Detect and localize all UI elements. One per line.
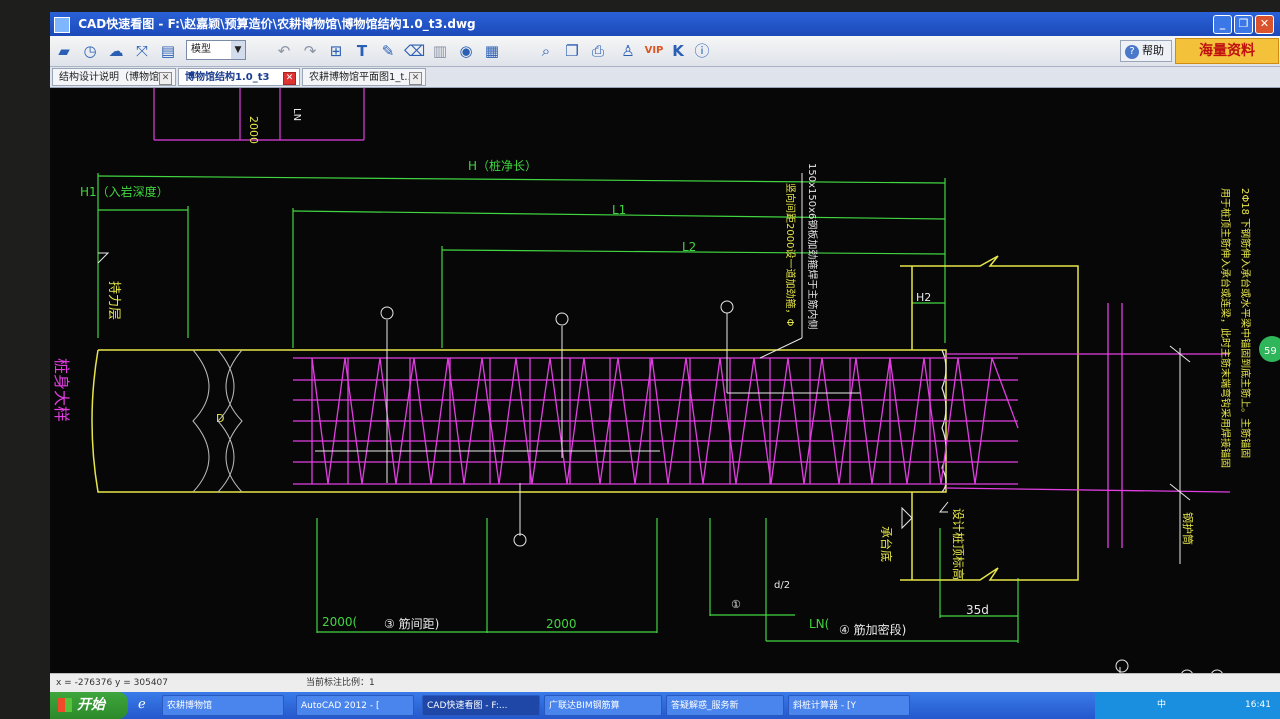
note-right-b: 用于桩顶主筋伸入承台或连梁，此时主筋末端弯钩采用焊接锚固 <box>1219 188 1232 468</box>
tab-structure-notes[interactable]: 结构设计说明（博物馆… ✕ <box>52 68 176 86</box>
chevron-down-icon: ▼ <box>231 41 245 59</box>
note-center-a: 150x150x6钢板加劲箍焊于主筋内侧 <box>806 163 819 329</box>
layout-select-value: 模型 <box>191 44 211 55</box>
print-icon[interactable]: ⎙ <box>588 41 608 61</box>
annotation-scale: 当前标注比例：1 <box>306 678 375 688</box>
tab-label: 博物馆结构1.0_t3 <box>185 72 270 83</box>
note-center-b: 竖向间距2000设一道加劲箍，Φ <box>784 183 797 326</box>
help-label: 帮助 <box>1142 44 1164 57</box>
visibility-icon[interactable]: ◉ <box>456 41 476 61</box>
note-3: ③ 筋间距) <box>384 616 439 631</box>
compare-icon[interactable]: ❐ <box>562 41 582 61</box>
question-icon: ? <box>1125 45 1139 59</box>
table-value-ln: LN <box>291 108 302 121</box>
note-right-a: 2Φ18 下钢筋伸入承台或水平梁中锚固到底主筋上。主筋锚固 <box>1239 188 1252 458</box>
eraser-icon[interactable]: ⌫ <box>404 41 425 61</box>
history-icon[interactable]: ◷ <box>80 41 100 61</box>
dim-h1-label: H1（入岩深度） <box>80 184 169 199</box>
start-button[interactable]: 开始 <box>50 692 128 719</box>
layers-manager-icon[interactable]: ▦ <box>482 41 502 61</box>
info-icon[interactable]: ⓘ <box>692 41 712 61</box>
dim-2000-right: 2000 <box>546 617 577 631</box>
leader-lines <box>315 173 1191 673</box>
label-frac: d/2 <box>774 580 790 591</box>
close-icon[interactable]: ✕ <box>283 72 296 85</box>
label-anchor: 钢护筒 <box>1181 512 1195 545</box>
dim-h-label: H（桩净长） <box>468 158 537 173</box>
side-badge-text: 59 <box>1264 346 1277 357</box>
dim-35d: 35d <box>966 603 989 617</box>
close-icon[interactable]: ✕ <box>159 72 172 85</box>
dim-l1-label: L1 <box>612 203 626 217</box>
cursor-coords: x = -276376 y = 305407 <box>56 678 168 688</box>
level-markers <box>97 252 949 530</box>
tab-label: 农耕博物馆平面图1_t… <box>309 72 415 83</box>
label-bearing-layer: 持力层 <box>106 281 121 320</box>
label-cap-bottom: 承台底 <box>879 526 894 562</box>
layout-select[interactable]: 模型 ▼ <box>186 40 246 60</box>
dim-h2-label: H2 <box>916 291 931 304</box>
undo-icon[interactable]: ↶ <box>274 41 294 61</box>
k-icon[interactable]: K <box>668 41 688 61</box>
window-title: CAD快速看图 - F:\赵嘉颖\预算造价\农耕博物馆\博物馆结构1.0_t3.… <box>78 17 476 31</box>
rebar-cage <box>293 303 1231 548</box>
text-icon[interactable]: T <box>352 41 372 61</box>
note-4: ④ 筋加密段) <box>839 622 906 637</box>
system-tray: 中 16:41 <box>1095 692 1280 719</box>
label-pile-detail: 桩身大样 <box>52 358 71 422</box>
restore-button[interactable]: ❐ <box>1234 15 1253 34</box>
window-controls: _ ❐ ✕ <box>1213 15 1274 34</box>
delete-icon[interactable]: ▥ <box>430 41 450 61</box>
layer-icon[interactable]: ▤ <box>158 41 178 61</box>
redo-icon[interactable]: ↷ <box>300 41 320 61</box>
measure-icon[interactable]: ⊞ <box>326 41 346 61</box>
windows-logo-icon <box>58 698 72 712</box>
status-bar: x = -276376 y = 305407 当前标注比例：1 <box>50 673 1280 692</box>
pen-icon[interactable]: ✎ <box>378 41 398 61</box>
tab-bar: 结构设计说明（博物馆… ✕ 博物馆结构1.0_t3 ✕ 农耕博物馆平面图1_t…… <box>50 67 1280 88</box>
task-glodon[interactable]: 广联达BIM钢筋算 <box>544 695 662 716</box>
ime-indicator[interactable]: 中 <box>1157 692 1166 719</box>
user-icon[interactable]: ♙ <box>618 41 638 61</box>
toolbar: ▰ ◷ ☁ ⤧ ▤ 模型 ▼ ↶ ↷ ⊞ T ✎ ⌫ ▥ ◉ ▦ ⌕ ❐ ⎙ ♙… <box>50 36 1280 67</box>
task-cad-viewer[interactable]: CAD快速看图 - F:... <box>422 695 540 716</box>
app-window: CAD快速看图 - F:\赵嘉颖\预算造价\农耕博物馆\博物馆结构1.0_t3.… <box>50 12 1280 719</box>
dim-2000-left: 2000( <box>322 615 357 629</box>
ie-icon[interactable]: ℯ <box>138 697 146 712</box>
task-calculator[interactable]: 斜桩计算器 - [Y <box>788 695 910 716</box>
minimize-button[interactable]: _ <box>1213 15 1232 34</box>
table-value-2000: 2000 <box>247 116 260 144</box>
dimension-lines <box>97 173 1019 643</box>
task-autocad[interactable]: AutoCAD 2012 - [ <box>296 695 414 716</box>
task-folder[interactable]: 农耕博物馆 <box>162 695 284 716</box>
open-icon[interactable]: ▰ <box>54 41 74 61</box>
label-circ-1: ① <box>731 598 741 611</box>
drawing-canvas[interactable]: 2000 LN H（桩净长） H1（入岩深度） L1 L2 H2 D 持力层 桩… <box>50 88 1280 673</box>
help-button[interactable]: ? 帮助 <box>1120 40 1172 62</box>
break-symbols <box>192 349 243 493</box>
circle-markers <box>380 300 1223 673</box>
cad-drawing: 2000 LN H（桩净长） H1（入岩深度） L1 L2 H2 D 持力层 桩… <box>52 88 1280 673</box>
fit-screen-icon[interactable]: ⤧ <box>132 41 152 61</box>
label-design-top: 设计桩顶标高 <box>951 508 966 580</box>
search-icon[interactable]: ⌕ <box>536 41 556 61</box>
app-icon <box>54 16 70 33</box>
title-bar: CAD快速看图 - F:\赵嘉颖\预算造价\农耕博物馆\博物馆结构1.0_t3.… <box>50 12 1280 36</box>
close-button[interactable]: ✕ <box>1255 15 1274 34</box>
tab-label: 结构设计说明（博物馆… <box>59 72 169 83</box>
clock[interactable]: 16:41 <box>1245 692 1271 719</box>
ad-banner[interactable]: 海量资料 <box>1175 38 1279 64</box>
vip-icon[interactable]: VIP <box>644 41 664 61</box>
start-label: 开始 <box>77 697 105 713</box>
task-qa[interactable]: 答疑解惑_服务新 <box>666 695 784 716</box>
dim-l2-label: L2 <box>682 240 696 254</box>
close-icon[interactable]: ✕ <box>409 72 422 85</box>
dim-ln: LN( <box>809 617 829 631</box>
taskbar: 开始 ℯ 农耕博物馆 AutoCAD 2012 - [ CAD快速看图 - F:… <box>50 692 1280 719</box>
tab-museum-structure[interactable]: 博物馆结构1.0_t3 ✕ <box>178 68 300 86</box>
tab-museum-plan[interactable]: 农耕博物馆平面图1_t… ✕ <box>302 68 426 86</box>
cloud-icon[interactable]: ☁ <box>106 41 126 61</box>
